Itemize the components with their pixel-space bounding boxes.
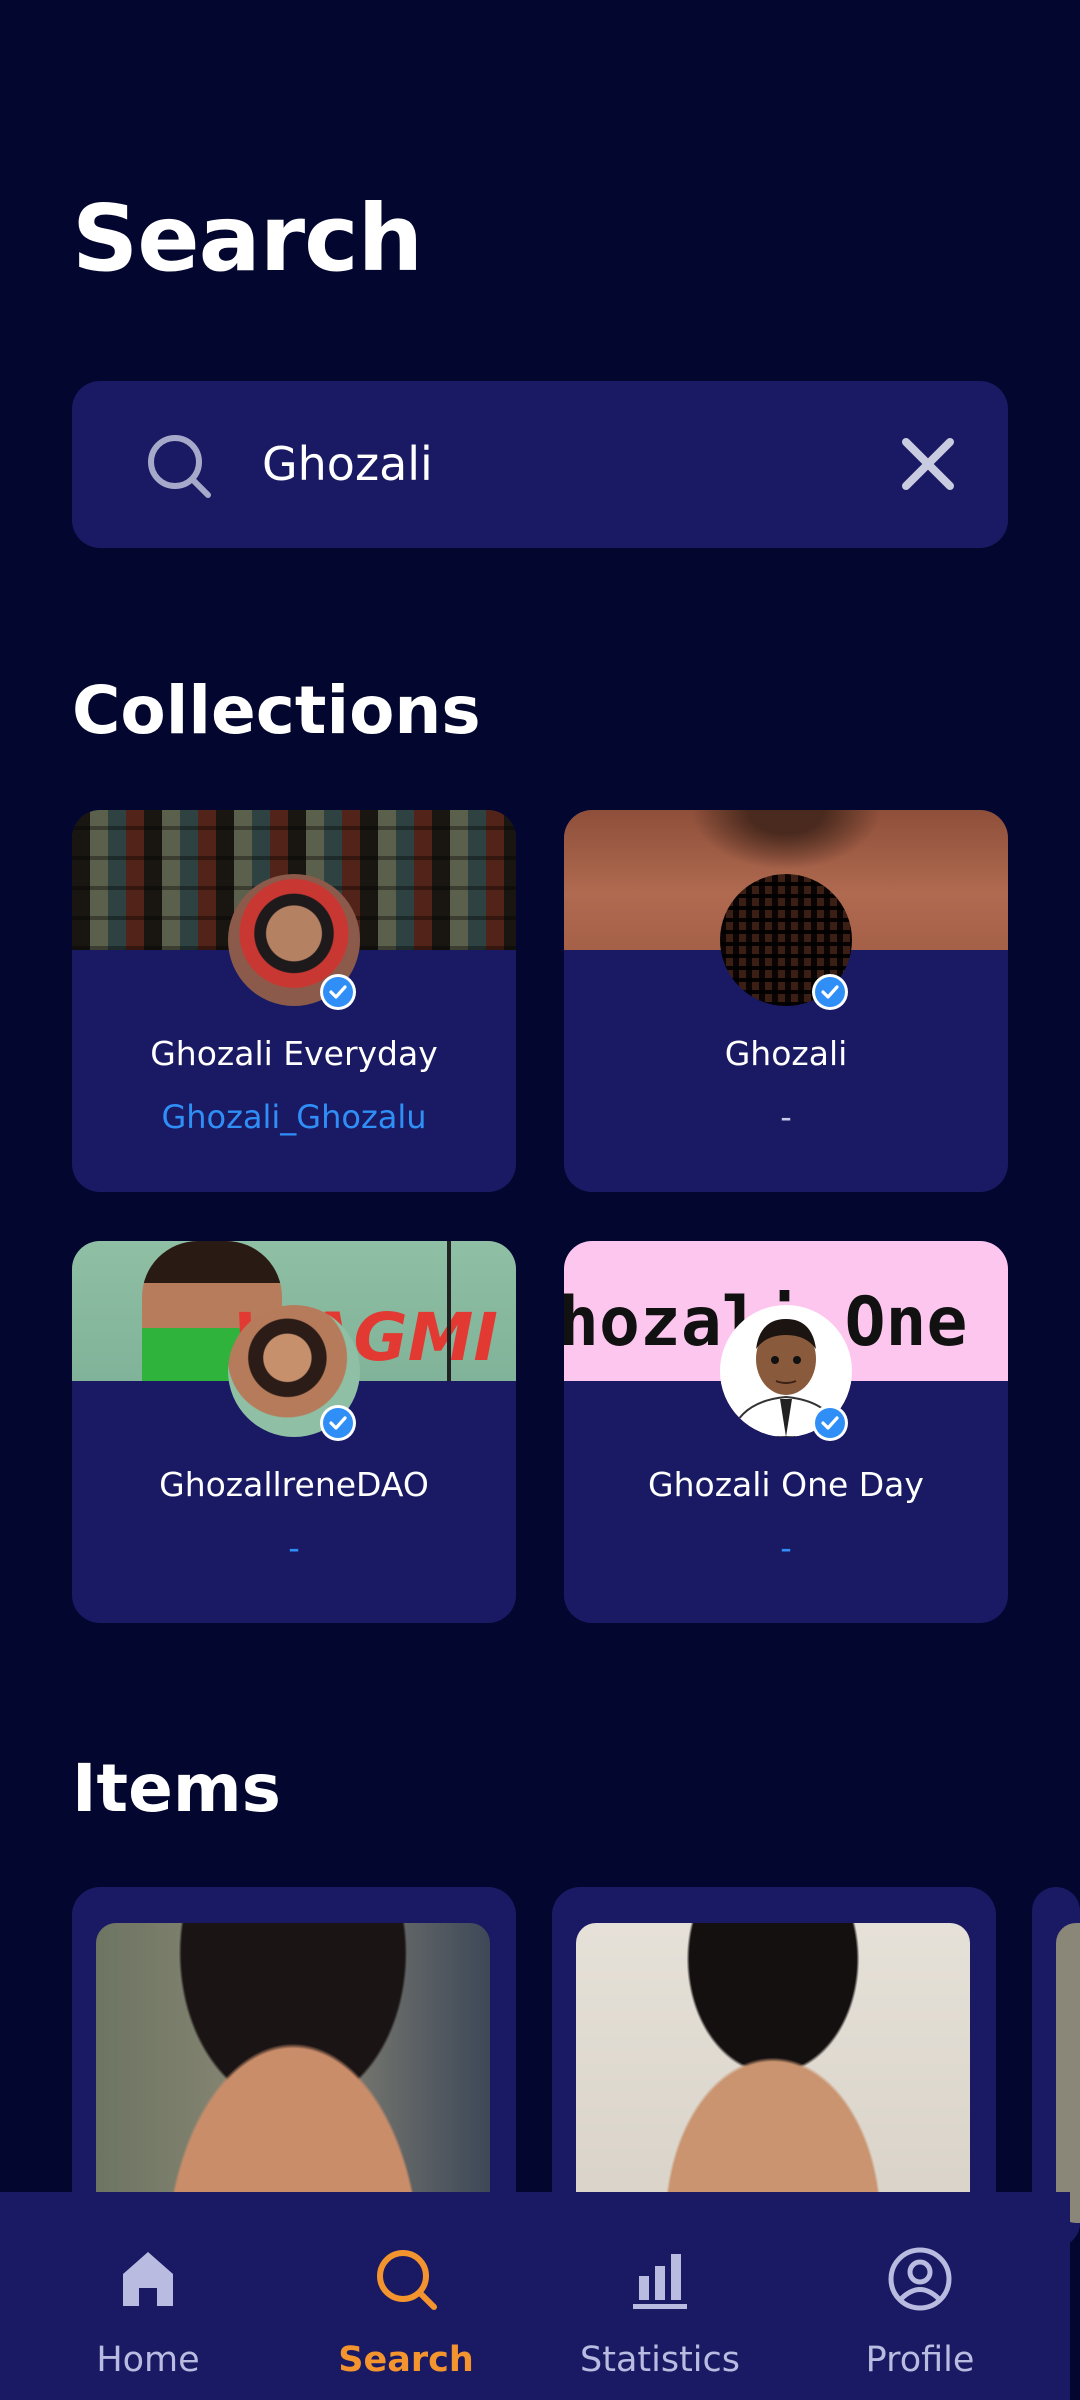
bottom-nav: Home Search Statistics Profile xyxy=(0,2192,1070,2400)
verified-badge-icon xyxy=(812,974,848,1010)
nav-search[interactable]: Search xyxy=(286,2192,526,2400)
collection-owner-link[interactable]: - xyxy=(564,1529,1008,1567)
page-title: Search xyxy=(72,185,423,292)
collection-owner-link[interactable]: - xyxy=(72,1529,516,1567)
home-icon xyxy=(123,2252,173,2306)
nav-profile[interactable]: Profile xyxy=(800,2192,1040,2400)
collection-name: Ghozali Everyday xyxy=(150,1034,438,1073)
items-title: Items xyxy=(72,1750,281,1827)
nav-search-label: Search xyxy=(338,2340,474,2380)
nav-statistics[interactable]: Statistics xyxy=(540,2192,780,2400)
user-circle-icon xyxy=(888,2247,952,2311)
item-image xyxy=(1056,1923,1080,2223)
search-bar[interactable] xyxy=(72,381,1008,548)
item-image xyxy=(576,1923,970,2223)
item-image xyxy=(96,1923,490,2223)
clear-search-icon[interactable] xyxy=(900,436,956,492)
verified-badge-icon xyxy=(320,1405,356,1441)
collection-card[interactable]: Ghozali - xyxy=(564,810,1008,1192)
verified-badge-icon xyxy=(812,1405,848,1441)
collection-card[interactable]: WAGMI GhozallreneDAO - xyxy=(72,1241,516,1623)
nav-profile-label: Profile xyxy=(865,2340,975,2380)
collection-name: Ghozali xyxy=(724,1034,848,1073)
collection-owner-link[interactable]: Ghozali_Ghozalu xyxy=(72,1098,516,1136)
collection-card[interactable]: Ghozali Everyday Ghozali_Ghozalu xyxy=(72,810,516,1192)
bar-chart-icon xyxy=(633,2254,687,2309)
search-input[interactable] xyxy=(262,421,902,507)
collection-card[interactable]: hozali One Da Ghozali One Day - xyxy=(564,1241,1008,1623)
verified-badge-icon xyxy=(320,974,356,1010)
collection-name: GhozallreneDAO xyxy=(159,1465,429,1504)
collection-owner-link[interactable]: - xyxy=(564,1098,1008,1136)
nav-statistics-label: Statistics xyxy=(580,2340,740,2380)
nav-home-label: Home xyxy=(96,2340,200,2380)
search-screen: Search Collections Ghozali Everyday Ghoz… xyxy=(0,0,1080,2400)
search-icon xyxy=(377,2250,437,2310)
collection-name: Ghozali One Day xyxy=(648,1465,924,1504)
nav-home[interactable]: Home xyxy=(28,2192,268,2400)
search-icon xyxy=(148,435,211,498)
collections-title: Collections xyxy=(72,672,481,749)
banner-divider xyxy=(447,1241,451,1381)
